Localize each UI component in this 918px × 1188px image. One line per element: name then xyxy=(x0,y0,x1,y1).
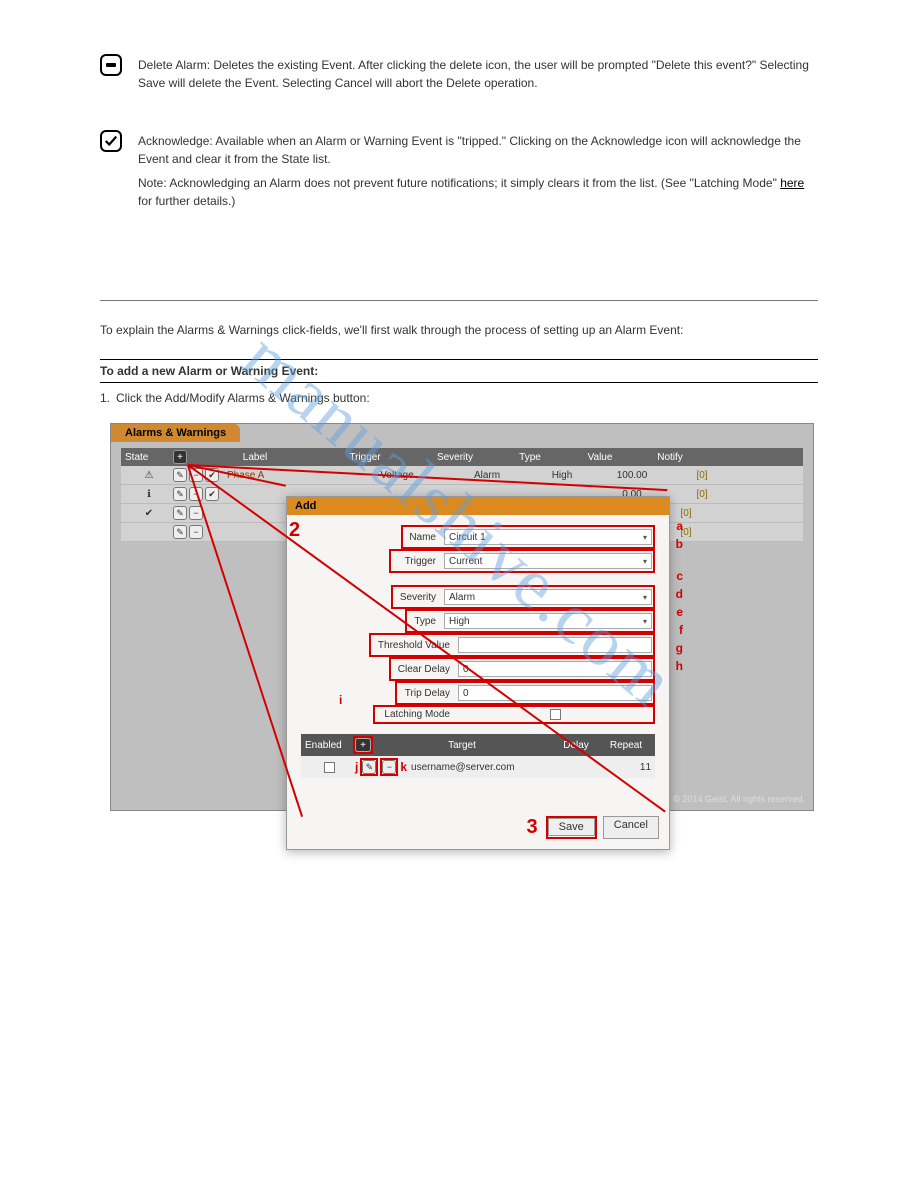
col-notify: Notify xyxy=(635,452,705,463)
step-number: 1. xyxy=(100,391,116,405)
alarm-table-header: State + Label Trigger Severity Type Valu… xyxy=(121,448,803,466)
delete-row-icon[interactable]: − xyxy=(189,525,203,539)
name-label: Name xyxy=(404,532,444,543)
here-link[interactable]: here xyxy=(780,176,804,190)
target-list-header: Enabled + Target Delay Repeat xyxy=(301,734,655,756)
alarms-tab: Alarms & Warnings xyxy=(111,424,240,442)
delete-icon xyxy=(100,54,122,76)
delete-target-icon[interactable]: − xyxy=(382,760,396,774)
latching-label: Latching Mode xyxy=(376,709,458,720)
trigger-label: Trigger xyxy=(392,556,444,567)
callout-d: d xyxy=(676,587,683,601)
step-1-text: Click the Add/Modify Alarms & Warnings b… xyxy=(116,391,370,405)
col-trigger: Trigger xyxy=(315,452,415,463)
ack-note: Note: Acknowledging an Alarm does not pr… xyxy=(138,174,818,210)
col-label: Label xyxy=(195,452,315,463)
trip-delay-label: Trip Delay xyxy=(398,688,458,699)
col-state: State xyxy=(125,452,173,463)
callout-a: a xyxy=(676,519,683,533)
threshold-input[interactable] xyxy=(458,637,652,653)
callout-g: g xyxy=(676,641,683,655)
severity-label: Severity xyxy=(394,592,444,603)
row-value: 100.00 xyxy=(597,470,667,481)
callout-h: h xyxy=(676,659,683,673)
add-alarm-button[interactable]: + xyxy=(173,450,187,464)
delete-alarm-desc: Delete Alarm: Deletes the existing Event… xyxy=(138,54,818,92)
latching-checkbox[interactable] xyxy=(550,709,561,720)
clear-delay-label: Clear Delay xyxy=(392,664,458,675)
ack-row-icon[interactable]: ✔ xyxy=(205,487,219,501)
type-select[interactable]: High▾ xyxy=(444,613,652,629)
enabled-col: Enabled xyxy=(305,740,353,751)
row-notify: [0] xyxy=(667,470,737,481)
dialog-title: Add xyxy=(287,497,669,515)
edit-icon[interactable]: ✎ xyxy=(173,525,187,539)
add-dialog: Add 2 NameCircuit 1▾ TriggerCurrent▾ Sev… xyxy=(286,496,670,850)
table-row: ⚠ ✎ − ✔ Phase A Voltage Alarm High 100.0… xyxy=(121,466,803,485)
type-label: Type xyxy=(408,616,444,627)
callout-j: j xyxy=(355,760,358,774)
add-target-button[interactable]: + xyxy=(355,738,371,752)
edit-icon[interactable]: ✎ xyxy=(173,468,187,482)
callout-f: f xyxy=(679,623,683,637)
copyright: © 2014 Geist. All rights reserved. xyxy=(673,794,805,804)
callout-i: i xyxy=(339,693,342,707)
callout-3: 3 xyxy=(527,816,538,839)
repeat-value: 1 xyxy=(645,762,651,773)
edit-icon[interactable]: ✎ xyxy=(173,506,187,520)
state-icon: ⚠ xyxy=(125,470,173,481)
repeat-col: Repeat xyxy=(601,740,651,751)
ack-desc: Acknowledge: Available when an Alarm or … xyxy=(138,130,818,168)
severity-select[interactable]: Alarm▾ xyxy=(444,589,652,605)
col-type: Type xyxy=(495,452,565,463)
threshold-label: Threshold Value xyxy=(372,640,458,651)
callout-b: b xyxy=(676,537,683,551)
enabled-checkbox[interactable] xyxy=(324,762,335,773)
trigger-select[interactable]: Current▾ xyxy=(444,553,652,569)
explanation-intro: To explain the Alarms & Warnings click-f… xyxy=(100,321,818,339)
save-button[interactable]: Save xyxy=(548,818,595,836)
callout-e: e xyxy=(676,605,683,619)
clear-delay-input[interactable]: 0 xyxy=(458,661,652,677)
trip-delay-input[interactable]: 0 xyxy=(458,685,652,701)
procedure-title: To add a new Alarm or Warning Event: xyxy=(100,359,818,383)
callout-k: k xyxy=(400,760,407,774)
col-value: Value xyxy=(565,452,635,463)
cancel-button[interactable]: Cancel xyxy=(603,816,659,839)
alarms-screenshot: Alarms & Warnings State + Label Trigger … xyxy=(110,423,814,811)
target-col: Target xyxy=(373,740,551,751)
edit-target-icon[interactable]: ✎ xyxy=(362,760,376,774)
edit-icon[interactable]: ✎ xyxy=(173,487,187,501)
name-select[interactable]: Circuit 1▾ xyxy=(444,529,652,545)
check-icon xyxy=(100,130,122,152)
row-type: High xyxy=(527,470,597,481)
callout-c: c xyxy=(676,569,683,583)
col-severity: Severity xyxy=(415,452,495,463)
